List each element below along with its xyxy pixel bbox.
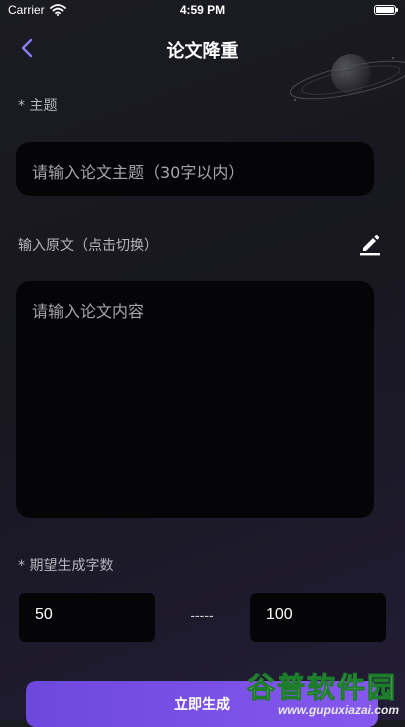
content-textarea[interactable]: 请输入论文内容: [16, 281, 374, 518]
max-words-input[interactable]: 100: [250, 593, 386, 642]
topic-input[interactable]: 请输入论文主题（30字以内）: [16, 142, 374, 196]
range-separator: -----: [190, 607, 214, 623]
watermark: 谷普软件园 www.gupuxiazai.com: [219, 666, 401, 718]
source-label[interactable]: 输入原文（点击切换）: [18, 235, 158, 255]
battery-icon: [374, 5, 398, 15]
min-words-input[interactable]: 50: [19, 593, 155, 642]
planet-icon: [289, 54, 405, 101]
edit-icon[interactable]: [357, 231, 383, 257]
watermark-url: www.gupuxiazai.com: [278, 703, 399, 717]
watermark-brand: 谷普软件园: [246, 671, 397, 705]
topic-label: * 主题: [18, 98, 58, 114]
topic-placeholder: 请输入论文主题（30字以内）: [32, 163, 245, 182]
status-bar: Carrier 4:59 PM: [0, 0, 405, 22]
content-placeholder: 请输入论文内容: [32, 302, 145, 321]
word-count-label: * 期望生成字数: [18, 558, 114, 574]
status-time: 4:59 PM: [179, 3, 226, 17]
